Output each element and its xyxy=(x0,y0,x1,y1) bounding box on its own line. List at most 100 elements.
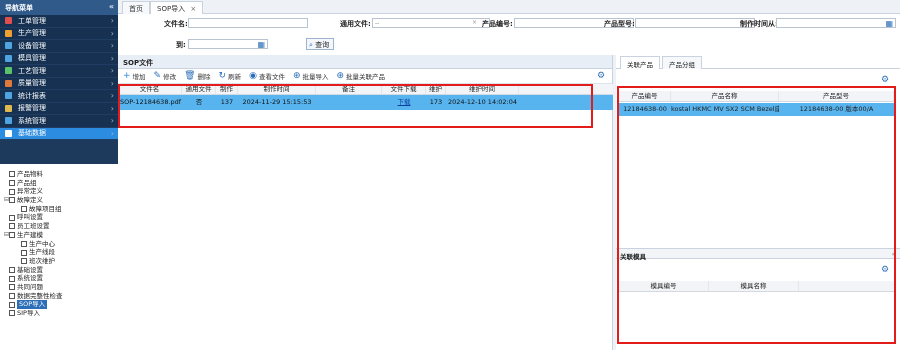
sidebar-item-label: 质量管理 xyxy=(18,79,46,88)
sidebar-item[interactable]: 质量管理 › xyxy=(0,78,118,90)
to-label: 到: xyxy=(176,41,186,49)
tree-item[interactable]: 生产线段 xyxy=(0,248,118,257)
gear-icon[interactable]: ⚙ xyxy=(881,75,889,85)
sidebar-item[interactable]: 报警管理 › xyxy=(0,103,118,115)
file-icon xyxy=(9,223,15,230)
tab-label: 关联产品 xyxy=(627,61,653,69)
sop-toolbar: + 增加 ✎ 修改 🗑 删除 ↻ 刷新 ◉ 查看文件 ⊕ 批量导入 ⊕ 批量关联产品 ⚙ xyxy=(118,69,612,84)
sidebar-item[interactable]: 生产管理 › xyxy=(0,28,118,40)
sidebar-item[interactable]: 基础数据 › xyxy=(0,127,118,140)
calendar-icon[interactable]: ▦ xyxy=(257,40,265,49)
sidebar-item[interactable]: 工单管理 › xyxy=(0,15,118,28)
toolbar-button[interactable]: ⊕ 批量导入 xyxy=(293,71,329,81)
tree-item[interactable]: 呼叫设置 xyxy=(0,213,118,222)
tree-item-label: 生产中心 xyxy=(29,239,55,248)
chevron-right-icon: › xyxy=(110,66,114,75)
collapse-icon[interactable]: « xyxy=(109,2,114,11)
file-icon xyxy=(9,310,15,317)
toolbar-button[interactable]: + 增加 xyxy=(123,71,146,81)
file-icon xyxy=(9,292,15,299)
tree-item[interactable]: 班次维护 xyxy=(0,257,118,266)
tree-item-label: 班次维护 xyxy=(29,256,55,265)
mold-icon xyxy=(5,54,12,62)
related-tabs: 关联产品 产品分组 xyxy=(616,55,900,69)
tree-item[interactable]: SIP导入 xyxy=(0,309,118,318)
sidebar-tree: 产品物料 产品组 异常定义 ⊟ 故障定义 故障项目组 呼叫设置 员工班设置 ⊟ 生产建模 生产中心生… xyxy=(0,164,118,350)
highlight-box-related xyxy=(617,86,896,344)
toolbar-button[interactable]: ⊕ 批量关联产品 xyxy=(336,71,385,81)
sidebar-title: 导航菜单 xyxy=(5,4,33,12)
file-icon xyxy=(21,240,27,247)
sidebar-item[interactable]: 系统管理 › xyxy=(0,115,118,128)
sidebar-header: 导航菜单 « xyxy=(0,0,118,15)
sidebar-item-label: 报警管理 xyxy=(18,104,46,113)
tree-item[interactable]: ⊟ 故障定义 xyxy=(0,196,118,205)
link-icon: ⊕ xyxy=(336,70,345,81)
tree-item-label: 系统设置 xyxy=(17,274,43,283)
file-icon xyxy=(9,301,15,308)
sidebar-item-label: 工艺管理 xyxy=(18,66,46,75)
search-button-label: 查询 xyxy=(315,41,330,49)
chevron-right-icon: › xyxy=(110,28,114,38)
doc-icon xyxy=(5,17,12,25)
applicable-select[interactable]: -- × ∨ xyxy=(372,18,490,28)
sidebar-item[interactable]: 统计报表 › xyxy=(0,90,118,103)
sidebar-item[interactable]: 模具管理 › xyxy=(0,53,118,65)
tree-item[interactable]: SOP导入 xyxy=(0,300,118,310)
tree-item[interactable]: 生产中心 xyxy=(0,240,118,249)
product-model-input[interactable] xyxy=(635,18,755,28)
sidebar: 导航菜单 « 工单管理 › 生产管理 › 设备管理 › 模具管理 › 工艺管理 › 质量管理 › 统计报… xyxy=(0,0,118,350)
tree-item[interactable]: ⊟ 生产建模 xyxy=(0,231,118,240)
sidebar-item-label: 设备管理 xyxy=(18,41,46,50)
chart-icon xyxy=(5,92,12,100)
tree-item[interactable]: 基础设置 xyxy=(0,266,118,275)
chevron-right-icon: › xyxy=(110,103,114,113)
tree-item[interactable]: 系统设置 xyxy=(0,274,118,283)
sidebar-item[interactable]: 工艺管理 › xyxy=(0,65,118,78)
tab-product-group[interactable]: 产品分组 xyxy=(662,56,702,69)
toolbar-button-label: 批量关联产品 xyxy=(346,73,386,81)
tab-related-products[interactable]: 关联产品 xyxy=(620,56,660,69)
eye-icon: ◉ xyxy=(249,70,257,81)
create-from-input[interactable]: ▦ xyxy=(776,18,896,28)
file-icon xyxy=(9,275,15,282)
tree-item[interactable]: 产品物料 xyxy=(0,170,118,179)
toolbar-button[interactable]: 🗑 删除 xyxy=(184,71,210,81)
file-name-input[interactable] xyxy=(188,18,308,28)
sidebar-item-label: 系统管理 xyxy=(18,116,46,125)
tree-item[interactable]: 数据完整性检查 xyxy=(0,292,118,301)
toolbar-button-label: 增加 xyxy=(132,73,146,81)
sidebar-item[interactable]: 设备管理 › xyxy=(0,40,118,53)
search-form: 文件名: 通用文件: -- × ∨ 产品编号: 产品型号: 制作时间从: ▦ 到… xyxy=(118,14,900,54)
highlight-box-sop xyxy=(118,84,593,128)
applicable-label: 通用文件: xyxy=(340,20,371,28)
tree-item[interactable]: 异常定义 xyxy=(0,187,118,196)
device-icon xyxy=(5,42,12,50)
tree-item-label: 呼叫设置 xyxy=(17,213,43,222)
plus-icon: + xyxy=(123,70,131,81)
sidebar-menu: 工单管理 › 生产管理 › 设备管理 › 模具管理 › 工艺管理 › 质量管理 › 统计报表 › 报警管理 ›… xyxy=(0,15,118,140)
toolbar-button[interactable]: ✎ 修改 xyxy=(154,71,177,81)
gear-icon[interactable]: ⚙ xyxy=(597,71,605,81)
tree-item[interactable]: 员工班设置 xyxy=(0,222,118,231)
clear-icon[interactable]: × xyxy=(472,19,477,26)
tab-home[interactable]: 首页 xyxy=(122,1,150,14)
tree-item[interactable]: 共同问题 xyxy=(0,283,118,292)
calendar-icon[interactable]: ▦ xyxy=(885,19,893,28)
refresh-icon: ↻ xyxy=(218,70,227,81)
close-icon[interactable]: × xyxy=(190,5,196,13)
tree-item-label: 异常定义 xyxy=(17,187,43,196)
product-model-label: 产品型号: xyxy=(604,20,635,28)
toolbar-button[interactable]: ◉ 查看文件 xyxy=(249,71,285,81)
search-icon: ⌕ xyxy=(309,41,313,49)
gear-icon xyxy=(5,29,12,37)
create-to-input[interactable]: ▦ xyxy=(188,39,268,49)
search-button[interactable]: ⌕ 查询 xyxy=(306,38,334,50)
chevron-right-icon: › xyxy=(110,16,114,25)
tree-item-label: 生产线段 xyxy=(29,248,55,257)
chevron-right-icon: › xyxy=(110,116,114,125)
toolbar-button[interactable]: ↻ 刷新 xyxy=(219,71,242,81)
file-icon xyxy=(21,206,27,213)
tree-item-label: 共同问题 xyxy=(17,282,43,291)
tab-sop-import[interactable]: SOP导入 × xyxy=(150,1,204,14)
